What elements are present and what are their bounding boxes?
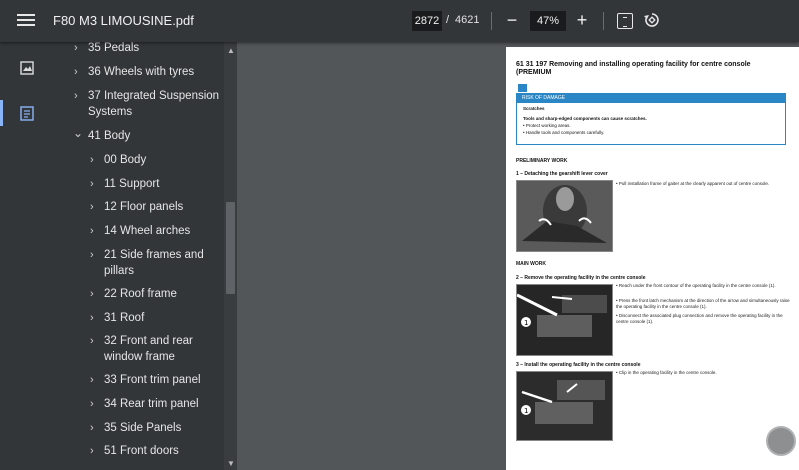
zoom-in-button[interactable]: + [575,11,589,29]
toolbar-divider [603,12,604,30]
scrollbar-thumb[interactable] [226,202,235,294]
svg-text:1: 1 [524,407,528,415]
outline-item-label: 32 Front and rear [104,335,193,347]
thumbnails-icon[interactable] [17,58,37,78]
chevron-right-icon[interactable]: › [90,178,94,190]
outline-item-label: 51 Front doors [104,445,179,457]
menu-icon[interactable] [17,12,35,30]
step-heading: 3 – Install the operating facility in th… [516,362,641,368]
outline-scrollbar[interactable]: ▲ ▼ [224,42,237,470]
toolbar-divider [491,12,492,30]
warning-box: RISK OF DAMAGE Scratches Tools and sharp… [516,84,786,145]
step-instruction: • Press the front latch mechanism at the… [616,298,790,309]
scroll-up-icon[interactable]: ▲ [227,46,235,55]
svg-text:1: 1 [524,319,528,327]
outline-item-label: 11 Support [104,178,160,190]
floating-action-button[interactable] [766,426,796,456]
outline-item-label: 21 Side frames and [104,249,204,261]
outline-item-label-line2: window frame [104,351,175,363]
step-heading: 2 – Remove the operating facility in the… [516,275,646,281]
step-photo [516,180,613,252]
outline-item-label: 14 Wheel arches [104,225,191,237]
chevron-right-icon[interactable]: › [90,249,94,261]
outline-item-label: 33 Front trim panel [104,374,201,386]
document-title: F80 M3 LIMOUSINE.pdf [53,13,194,28]
outline-icon[interactable] [17,103,37,123]
section-heading-main: MAIN WORK [516,261,546,267]
chevron-right-icon[interactable]: › [90,422,94,434]
chevron-right-icon[interactable]: › [90,201,94,213]
procedure-heading: 61 31 197 Removing and installing operat… [516,61,751,76]
sidebar-rail [0,42,55,470]
chevron-right-icon[interactable]: › [90,312,94,324]
active-indicator [0,100,3,126]
warning-line: • Protect working areas. [523,123,571,128]
chevron-right-icon[interactable]: › [90,154,94,166]
chevron-right-icon[interactable]: › [74,42,78,54]
outline-item-label: 36 Wheels with tyres [88,66,195,78]
step-instruction: • Disconnect the associated plug connect… [616,313,783,324]
step-photo: 1 [516,284,613,356]
outline-item-label: 12 Floor panels [104,201,184,213]
chevron-right-icon[interactable]: › [74,66,78,78]
outline-item-label: 31 Roof [104,312,145,324]
pdf-page: 61 31 197 Removing and installing operat… [506,47,799,470]
outline-item-label: 37 Integrated Suspension [88,90,220,102]
chevron-down-icon[interactable]: ⌄ [73,126,83,140]
outline-item-label: 22 Roof frame [104,288,177,300]
zoom-out-button[interactable]: − [505,11,519,30]
page-number-input[interactable]: 2872 [412,11,442,31]
outline-item-label-line2: Systems [88,106,133,118]
rotate-icon[interactable] [643,11,661,29]
chevron-right-icon[interactable]: › [90,398,94,410]
chevron-right-icon[interactable]: › [90,445,94,457]
warning-title: RISK OF DAMAGE [517,94,785,103]
warning-subtitle: Scratches [523,106,545,111]
warning-line: • Handle tools and components carefully. [523,130,605,135]
outline-panel: › 35 Pedals › 36 Wheels with tyres › 37 … [55,42,237,470]
chevron-right-icon[interactable]: › [90,225,94,237]
chevron-right-icon[interactable]: › [90,374,94,386]
chevron-right-icon[interactable]: › [90,335,94,347]
step-instruction: • Clip in the operating facility in the … [616,370,717,375]
step-photo: 1 [516,371,613,441]
outline-item-label-line2: pillars [104,265,135,277]
chevron-right-icon[interactable]: › [74,90,78,102]
fit-to-page-icon[interactable] [617,13,633,29]
step-instruction: • Reach under the front contour of the o… [616,283,776,288]
warning-line: Tools and sharp-edged components can cau… [523,116,647,121]
outline-item-label: 41 Body [88,130,131,142]
chevron-right-icon[interactable]: › [90,288,94,300]
scroll-down-icon[interactable]: ▼ [227,459,235,468]
step-heading: 1 – Detaching the gearshift lever cover [516,171,608,177]
section-heading-preliminary: PRELIMINARY WORK [516,158,568,164]
warning-icon [518,84,527,92]
step-instruction: • Pull installation frame of gaiter at t… [616,181,770,186]
outline-item-label: 34 Rear trim panel [104,398,199,410]
outline-item-label: 35 Pedals [88,42,140,54]
zoom-input[interactable]: 47% [530,11,566,31]
page-total: 4621 [455,14,480,26]
page-separator: / [446,14,450,26]
outline-item-label: 35 Side Panels [104,422,182,434]
toolbar: F80 M3 LIMOUSINE.pdf 2872 / 4621 − 47% + [0,0,799,42]
outline-item-label: 00 Body [104,154,147,166]
